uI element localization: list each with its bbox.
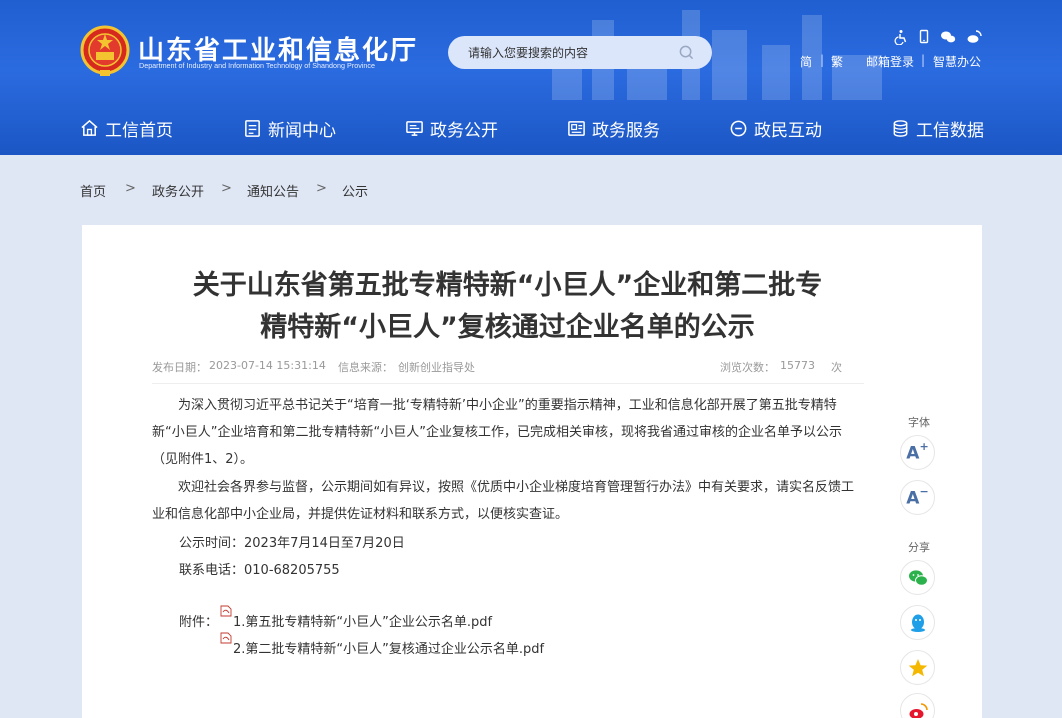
nav-item-news[interactable]: 新闻中心 (243, 112, 336, 144)
meta-divider (152, 383, 864, 384)
nav-item-interaction[interactable]: 政民互动 (729, 112, 822, 144)
attachments-label: 附件： (179, 615, 219, 630)
views-unit: 次 (831, 361, 842, 374)
share-weibo-button[interactable] (900, 693, 935, 718)
qzone-share-icon (908, 658, 927, 676)
mobile-icon[interactable] (916, 29, 932, 45)
breadcrumb-gov-affairs[interactable]: 政务公开 (152, 181, 204, 200)
simplified-chinese-link[interactable]: 简 (800, 53, 812, 70)
attachment-link-1[interactable]: 1.第五批专精特新“小巨人”企业公示名单.pdf (220, 605, 493, 630)
accessibility-icon[interactable] (893, 29, 909, 45)
font-decrease-button[interactable]: A− (900, 480, 935, 515)
home-icon (81, 119, 98, 136)
monitor-icon (406, 120, 423, 136)
source-label: 信息来源： (338, 361, 393, 374)
share-label: 分享 (908, 541, 930, 554)
article-title-line2: 精特新“小巨人”复核通过企业名单的公示 (260, 312, 755, 343)
article-title-line1: 关于山东省第五批专精特新“小巨人”企业和第二批专 (192, 270, 823, 301)
font-size-label: 字体 (908, 416, 930, 429)
database-icon (893, 119, 908, 137)
chat-icon (730, 120, 747, 136)
nav-item-label: 工信数据 (916, 120, 984, 141)
wechat-share-icon (908, 569, 928, 586)
nav-item-home[interactable]: 工信首页 (80, 112, 173, 144)
article-card: 关于山东省第五批专精特新“小巨人”企业和第二批专 精特新“小巨人”复核通过企业名… (82, 225, 982, 718)
weibo-icon[interactable] (966, 29, 982, 45)
nav-item-label: 政务公开 (430, 120, 498, 141)
separator: | (820, 53, 825, 67)
pdf-icon (220, 605, 232, 617)
breadcrumb-separator: > (221, 181, 232, 196)
font-increase-icon: A+ (906, 439, 929, 464)
nav-item-label: 政民互动 (754, 120, 822, 141)
publicity-period: 公示时间：2023年7月14日至7月20日 (179, 536, 405, 551)
pdf-icon (220, 632, 232, 644)
nav-item-label: 工信首页 (105, 120, 173, 141)
search-input[interactable] (468, 44, 668, 62)
main-nav: 工信首页 新闻中心 政务公开 政务服务 政民互动 工信数据 (0, 112, 1062, 144)
views-count: 15773 (780, 359, 815, 372)
share-qq-button[interactable] (900, 605, 935, 640)
site-subtitle: Department of Industry and Information T… (139, 61, 375, 70)
breadcrumb-separator: > (125, 181, 136, 196)
nav-item-data[interactable]: 工信数据 (891, 112, 984, 144)
font-increase-button[interactable]: A+ (900, 435, 935, 470)
attachment-name: 1.第五批专精特新“小巨人”企业公示名单.pdf (233, 615, 493, 630)
nav-item-label: 新闻中心 (268, 120, 336, 141)
traditional-chinese-link[interactable]: 繁 (831, 53, 843, 70)
nav-item-gov-affairs[interactable]: 政务公开 (405, 112, 498, 144)
breadcrumb-notices[interactable]: 通知公告 (247, 181, 299, 200)
views-label: 浏览次数： (720, 361, 775, 374)
search-box (448, 36, 712, 69)
share-wechat-button[interactable] (900, 560, 935, 595)
attachment-link-2[interactable]: 2.第二批专精特新“小巨人”复核通过企业公示名单.pdf (220, 632, 545, 657)
publish-date: 2023-07-14 15:31:14 (209, 359, 326, 372)
article-title: 关于山东省第五批专精特新“小巨人”企业和第二批专 精特新“小巨人”复核通过企业名… (82, 265, 933, 349)
smart-office-link[interactable]: 智慧办公 (933, 53, 981, 70)
contact-phone: 联系电话：010-68205755 (179, 563, 340, 578)
breadcrumb-current[interactable]: 公示 (342, 181, 368, 200)
wechat-icon[interactable] (940, 29, 956, 45)
weibo-share-icon (909, 702, 928, 718)
article-paragraph-2: 欢迎社会各界参与监督，公示期间如有异议，按照《优质中小企业梯度培育管理暂行办法》… (152, 480, 855, 522)
separator: | (921, 53, 926, 67)
qq-share-icon (910, 614, 925, 632)
font-decrease-icon: A− (906, 484, 929, 509)
news-icon (245, 119, 260, 137)
nav-item-label: 政务服务 (592, 120, 660, 141)
site-header: 山东省工业和信息化厅 Department of Industry and In… (0, 0, 1062, 155)
breadcrumb-separator: > (316, 181, 327, 196)
article-paragraph-1: 为深入贯彻习近平总书记关于“培育一批‘专精特新’中小企业”的重要指示精神，工业和… (152, 398, 842, 467)
nav-item-gov-service[interactable]: 政务服务 (567, 112, 660, 144)
mail-login-link[interactable]: 邮箱登录 (866, 53, 914, 70)
publish-date-label: 发布日期： (152, 361, 207, 374)
search-icon[interactable] (679, 45, 694, 60)
attachment-name: 2.第二批专精特新“小巨人”复核通过企业公示名单.pdf (233, 642, 545, 657)
breadcrumb-home[interactable]: 首页 (80, 181, 106, 200)
share-qzone-button[interactable] (900, 650, 935, 685)
service-icon (568, 120, 585, 136)
national-emblem-icon (80, 25, 130, 76)
header-tools (888, 29, 988, 45)
source-value: 创新创业指导处 (398, 361, 475, 374)
